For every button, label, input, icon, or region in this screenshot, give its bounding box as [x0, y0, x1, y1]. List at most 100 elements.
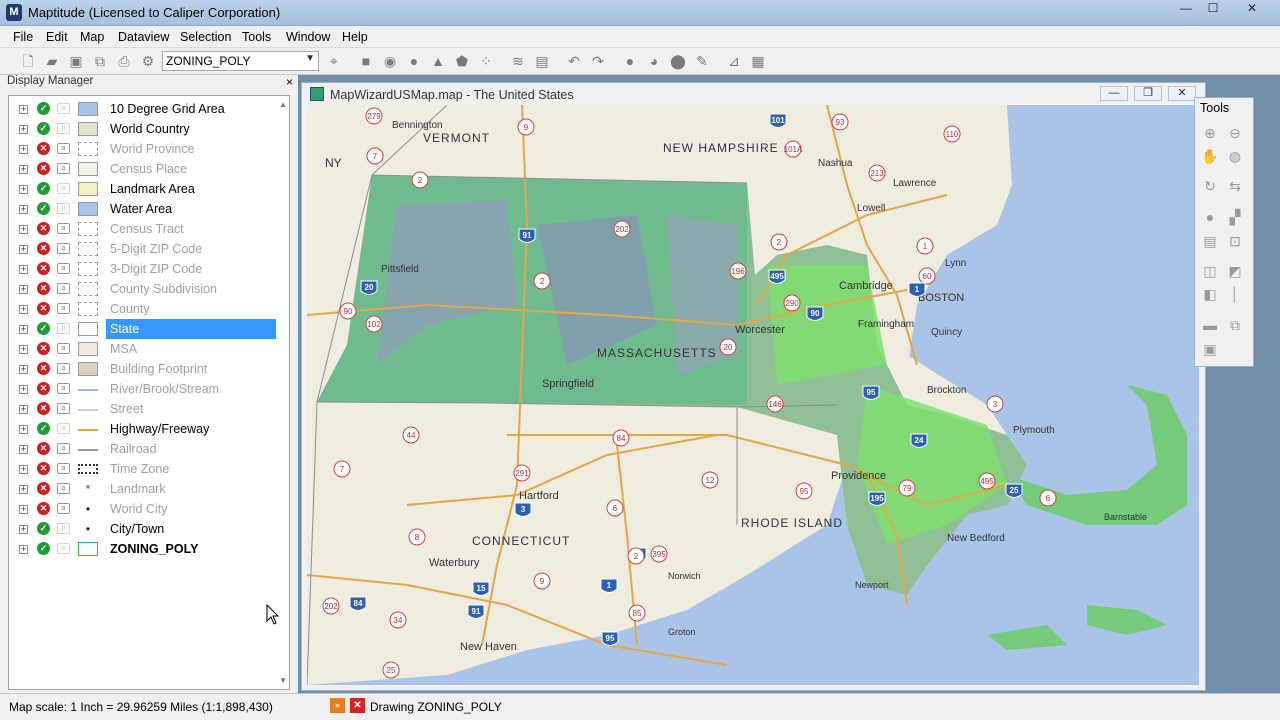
- layer-style-swatch[interactable]: [78, 422, 98, 431]
- map-restore-button[interactable]: ❐: [1134, 86, 1162, 101]
- layer-row[interactable]: + ✕ a Building Footprint: [14, 359, 272, 379]
- layer-row[interactable]: + ✕ a * Landmark: [14, 479, 272, 499]
- hidden-x-icon[interactable]: ✕: [37, 162, 50, 175]
- undo-icon[interactable]: ↶: [566, 53, 582, 69]
- layer-row[interactable]: + ✕ a World Province: [14, 139, 272, 159]
- layer-row[interactable]: + ✕ a Street: [14, 399, 272, 419]
- layer-row[interactable]: + ✓ a ZONING_POLY: [14, 539, 272, 559]
- label-toggle-icon[interactable]: a: [57, 383, 70, 394]
- layer-style-swatch[interactable]: [78, 222, 98, 236]
- layer-style-swatch[interactable]: [78, 302, 98, 316]
- select-polygon-icon[interactable]: ⬟: [454, 53, 470, 69]
- hidden-x-icon[interactable]: ✕: [37, 442, 50, 455]
- label-toggle-icon[interactable]: a: [57, 263, 70, 274]
- pan-hand-icon[interactable]: ✋: [1201, 148, 1219, 164]
- menu-dataview[interactable]: Dataview: [118, 30, 169, 44]
- hidden-x-icon[interactable]: ✕: [37, 222, 50, 235]
- hidden-x-icon[interactable]: ✕: [37, 482, 50, 495]
- hidden-x-icon[interactable]: ✕: [37, 342, 50, 355]
- layer-row[interactable]: + ✓ a State: [14, 319, 276, 339]
- layer-style-swatch[interactable]: •: [78, 522, 98, 536]
- layer-style-swatch[interactable]: [78, 322, 98, 336]
- layer-row[interactable]: + ✕ a MSA: [14, 339, 272, 359]
- hidden-x-icon[interactable]: ✕: [37, 402, 50, 415]
- select-circle-icon[interactable]: ◉: [382, 53, 398, 69]
- layer-row[interactable]: + ✓ a Landmark Area: [14, 179, 272, 199]
- hidden-x-icon[interactable]: ✕: [37, 242, 50, 255]
- redo-icon[interactable]: ↷: [590, 53, 606, 69]
- select-rect-icon[interactable]: ■: [358, 53, 374, 69]
- label-toggle-icon[interactable]: a: [57, 403, 70, 414]
- expand-icon[interactable]: +: [19, 265, 28, 274]
- layer-style-swatch[interactable]: [78, 102, 98, 116]
- label-toggle-icon[interactable]: a: [57, 143, 70, 154]
- map-close-button[interactable]: ✕: [1168, 86, 1196, 101]
- hidden-x-icon[interactable]: ✕: [37, 282, 50, 295]
- layer-row[interactable]: + ✕ a 5-Digit ZIP Code: [14, 239, 272, 259]
- layer-row[interactable]: + ✓ a Water Area: [14, 199, 272, 219]
- expand-icon[interactable]: +: [19, 345, 28, 354]
- expand-icon[interactable]: +: [19, 545, 28, 554]
- visible-check-icon[interactable]: ✓: [37, 202, 50, 215]
- close-button[interactable]: ✕: [1232, 0, 1272, 18]
- settings-gear-icon[interactable]: ⚙: [140, 53, 156, 69]
- layer-style-swatch[interactable]: [78, 282, 98, 296]
- expand-icon[interactable]: +: [19, 245, 28, 254]
- layers-tool-icon[interactable]: ▤: [1201, 233, 1219, 249]
- visible-check-icon[interactable]: ✓: [37, 182, 50, 195]
- layer-row[interactable]: + ✓ a 10 Degree Grid Area: [14, 99, 272, 119]
- layer-style-swatch[interactable]: *: [78, 482, 98, 496]
- label-toggle-icon[interactable]: a: [57, 103, 70, 114]
- layer-select[interactable]: ZONING_POLY ▼: [162, 51, 319, 71]
- expand-icon[interactable]: +: [19, 445, 28, 454]
- layer-row[interactable]: + ✕ a • World City: [14, 499, 272, 519]
- visible-check-icon[interactable]: ✓: [37, 542, 50, 555]
- expand-icon[interactable]: +: [19, 205, 28, 214]
- expand-icon[interactable]: +: [19, 165, 28, 174]
- hidden-x-icon[interactable]: ✕: [37, 382, 50, 395]
- zoom-in-icon[interactable]: ⊕: [1201, 125, 1219, 141]
- label-toggle-icon[interactable]: a: [57, 123, 70, 134]
- layer-style-swatch[interactable]: [78, 464, 98, 474]
- open-folder-icon[interactable]: ▰: [44, 53, 60, 69]
- layer-style-swatch[interactable]: [78, 342, 98, 356]
- hidden-x-icon[interactable]: ✕: [37, 462, 50, 475]
- expand-icon[interactable]: +: [19, 365, 28, 374]
- layer-style-swatch[interactable]: [78, 182, 98, 196]
- globe-icon[interactable]: ◍: [1226, 148, 1244, 164]
- label-toggle-icon[interactable]: a: [57, 163, 70, 174]
- label-toggle-icon[interactable]: a: [57, 343, 70, 354]
- hidden-x-icon[interactable]: ✕: [37, 362, 50, 375]
- zoom-out-icon[interactable]: ⊖: [1226, 125, 1244, 141]
- layer-style-swatch[interactable]: [78, 162, 98, 176]
- label-toggle-icon[interactable]: a: [57, 243, 70, 254]
- expand-icon[interactable]: +: [19, 325, 28, 334]
- hidden-x-icon[interactable]: ✕: [37, 142, 50, 155]
- layer-style-swatch[interactable]: [78, 442, 98, 451]
- table-icon[interactable]: ▤: [534, 53, 550, 69]
- point-tool-icon[interactable]: ●: [1201, 209, 1219, 225]
- layer-style-swatch[interactable]: [78, 122, 98, 136]
- label-toggle-icon[interactable]: a: [57, 183, 70, 194]
- label-toggle-icon[interactable]: a: [57, 203, 70, 214]
- label-toggle-icon[interactable]: a: [57, 303, 70, 314]
- fast-forward-icon[interactable]: »: [330, 698, 345, 713]
- layer-style-swatch[interactable]: [78, 202, 98, 216]
- new-file-icon[interactable]: 🗋: [20, 53, 36, 69]
- scroll-up-arrow-icon[interactable]: ▲: [279, 100, 287, 109]
- menu-edit[interactable]: Edit: [46, 30, 68, 44]
- label-edit-icon[interactable]: ◩: [1226, 263, 1244, 279]
- menu-help[interactable]: Help: [342, 30, 368, 44]
- lock-tool-icon[interactable]: ⊡: [1226, 233, 1244, 249]
- layer-row[interactable]: + ✓ a World Country: [14, 119, 272, 139]
- label-toggle-icon[interactable]: a: [57, 503, 70, 514]
- hidden-x-icon[interactable]: ✕: [37, 302, 50, 315]
- layer-row[interactable]: + ✕ a 3-Digit ZIP Code: [14, 259, 272, 279]
- menu-file[interactable]: File: [13, 30, 33, 44]
- layer-row[interactable]: + ✕ a County: [14, 299, 272, 319]
- rotate-icon[interactable]: ↻: [1201, 178, 1219, 194]
- layer-row[interactable]: + ✕ a Time Zone: [14, 459, 272, 479]
- circle-tool-icon[interactable]: ●: [622, 53, 638, 69]
- layer-row[interactable]: + ✕ a County Subdivision: [14, 279, 272, 299]
- pin-icon[interactable]: ✎: [694, 53, 710, 69]
